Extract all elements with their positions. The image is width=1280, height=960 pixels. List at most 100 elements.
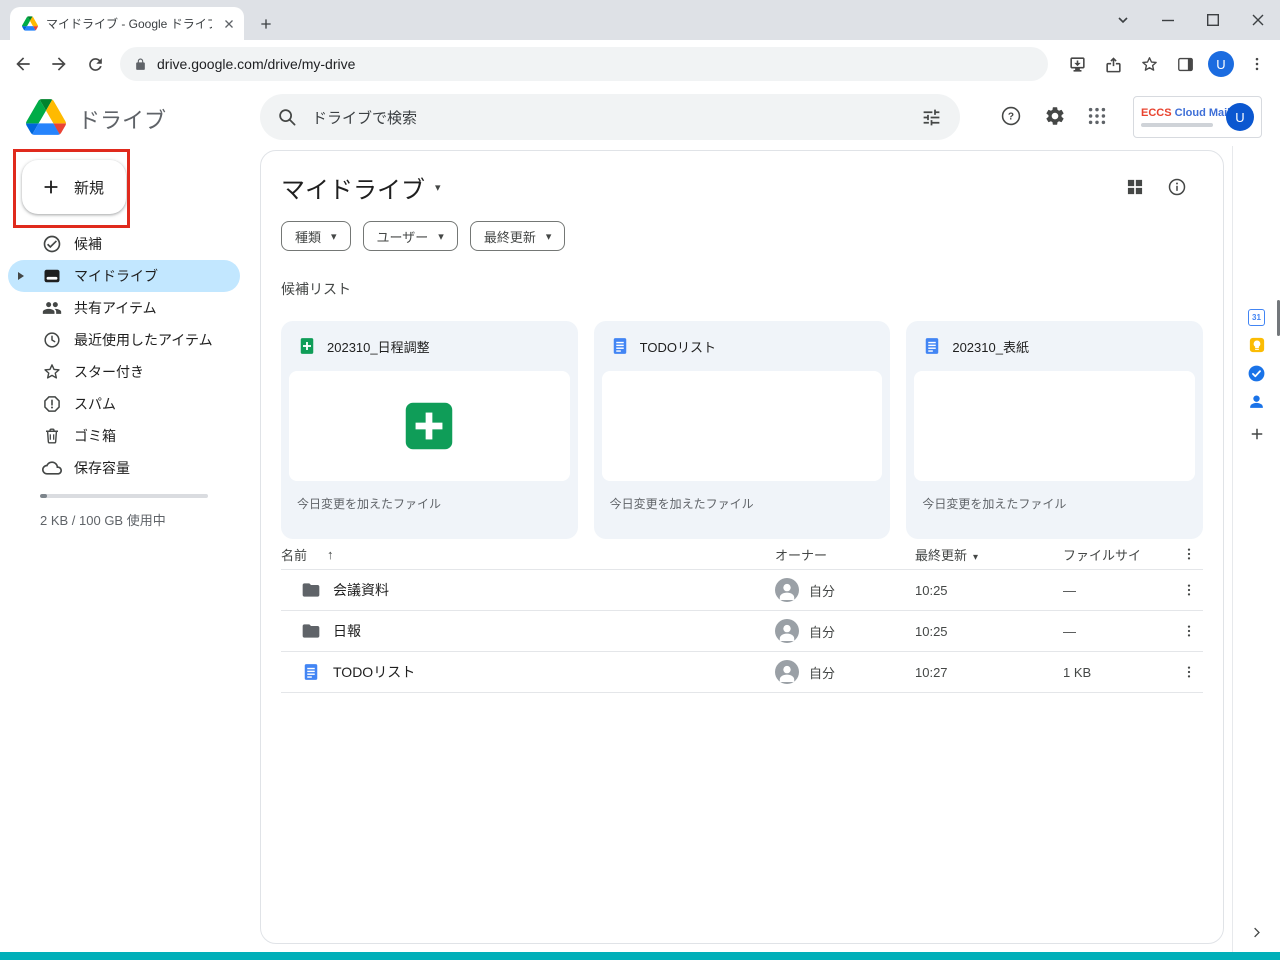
search-bar[interactable]: ドライブで検索	[260, 94, 960, 140]
file-table-header: 名前 ↑ オーナー 最終更新▾ ファイルサイ	[281, 539, 1203, 569]
account-avatar[interactable]: U	[1226, 103, 1254, 131]
card-caption: 今日変更を加えたファイル	[906, 481, 1203, 512]
file-row[interactable]: 会議資料 自分 10:25 —	[281, 569, 1203, 610]
side-panel-icon[interactable]	[1168, 47, 1202, 81]
check-circle-icon	[42, 234, 62, 254]
sidebar-item-starred[interactable]: スター付き	[8, 356, 240, 388]
sheets-icon	[297, 336, 317, 356]
column-header-label: 名前	[281, 545, 307, 564]
forward-button[interactable]	[42, 47, 76, 81]
tab-close-icon[interactable]	[220, 15, 238, 33]
bottom-edge-bar	[0, 952, 1280, 960]
column-header-label: ファイルサイ	[1063, 548, 1141, 563]
sidebar-item-suggested[interactable]: 候補	[8, 228, 240, 260]
sort-descending-icon: ▾	[973, 552, 978, 563]
my-drive-icon	[42, 266, 62, 286]
browser-tab[interactable]: マイドライブ - Google ドライブ	[10, 7, 244, 40]
column-header-modified[interactable]: 最終更新▾	[915, 545, 1063, 564]
people-icon	[42, 298, 62, 318]
search-options-icon[interactable]	[914, 100, 948, 134]
row-menu-icon[interactable]	[1181, 582, 1197, 598]
file-table: 名前 ↑ オーナー 最終更新▾ ファイルサイ 会議資料	[281, 539, 1203, 693]
reload-button[interactable]	[78, 47, 112, 81]
row-menu-icon[interactable]	[1181, 623, 1197, 639]
info-icon[interactable]	[1167, 177, 1187, 197]
install-app-icon[interactable]	[1060, 47, 1094, 81]
sidebar-nav: 候補 マイドライブ 共有アイテム 最近使用したアイテム	[0, 228, 240, 484]
contacts-icon[interactable]	[1241, 385, 1273, 417]
address-bar[interactable]: drive.google.com/drive/my-drive	[120, 47, 1048, 81]
file-row[interactable]: 日報 自分 10:25 —	[281, 610, 1203, 651]
card-caption: 今日変更を加えたファイル	[594, 481, 891, 512]
sidebar-item-label: スパム	[74, 394, 116, 414]
file-size: 1 KB	[1063, 665, 1175, 680]
owner-name: 自分	[809, 622, 835, 641]
drive-favicon-icon	[22, 16, 38, 31]
gear-icon[interactable]	[1035, 96, 1075, 136]
column-header-name[interactable]: 名前 ↑	[281, 545, 775, 564]
sidebar-item-storage[interactable]: 保存容量	[8, 452, 240, 484]
row-menu-icon[interactable]	[1181, 664, 1197, 680]
filter-modified-chip[interactable]: 最終更新 ▾	[470, 221, 566, 251]
filter-chips: 種類 ▾ ユーザー ▾ 最終更新 ▾	[281, 221, 1203, 251]
chevron-down-icon: ▾	[331, 230, 337, 243]
collapse-chevron-icon[interactable]	[1241, 916, 1273, 948]
add-addon-plus-icon[interactable]	[1241, 418, 1273, 450]
tab-title: マイドライブ - Google ドライブ	[46, 15, 212, 32]
browser-tab-strip: マイドライブ - Google ドライブ	[0, 0, 1280, 40]
column-header-size: ファイルサイ	[1063, 545, 1175, 564]
storage-usage-text: 2 KB / 100 GB 使用中	[40, 510, 166, 529]
sidebar-item-label: スター付き	[74, 362, 144, 382]
search-input[interactable]: ドライブで検索	[312, 107, 900, 128]
sidebar-item-spam[interactable]: スパム	[8, 388, 240, 420]
apps-grid-icon[interactable]	[1077, 96, 1117, 136]
suggestion-card[interactable]: TODOリスト 今日変更を加えたファイル	[594, 321, 891, 539]
title-row: マイドライブ ▾	[281, 167, 1203, 207]
storage-meter	[40, 494, 208, 498]
sidebar-item-recent[interactable]: 最近使用したアイテム	[8, 324, 240, 356]
spam-icon	[42, 394, 62, 414]
page-title[interactable]: マイドライブ ▾	[281, 170, 441, 205]
account-badge[interactable]: ECCS Cloud Mail U	[1133, 96, 1262, 138]
new-tab-button[interactable]	[252, 10, 280, 38]
folder-icon	[301, 580, 321, 600]
sheets-logo-icon	[398, 395, 460, 457]
file-thumbnail	[289, 371, 570, 481]
clock-icon	[42, 330, 62, 350]
filter-user-chip[interactable]: ユーザー ▾	[363, 221, 458, 251]
help-icon[interactable]: ?	[991, 96, 1031, 136]
file-row[interactable]: TODOリスト 自分 10:27 1 KB	[281, 651, 1203, 692]
suggestion-card[interactable]: 202310_日程調整 今日変更を加えたファイル	[281, 321, 578, 539]
sidebar-item-my-drive[interactable]: マイドライブ	[8, 260, 240, 292]
grid-view-toggle-icon[interactable]	[1125, 177, 1145, 197]
window-close-button[interactable]	[1235, 0, 1280, 40]
suggestion-card[interactable]: 202310_表紙 今日変更を加えたファイル	[906, 321, 1203, 539]
sidebar-item-trash[interactable]: ゴミ箱	[8, 420, 240, 452]
drive-logo[interactable]	[26, 99, 66, 135]
sidebar-item-shared[interactable]: 共有アイテム	[8, 292, 240, 324]
filter-type-chip[interactable]: 種類 ▾	[281, 221, 351, 251]
modified-time: 10:25	[915, 624, 1063, 639]
chevron-down-icon: ▾	[546, 230, 552, 243]
docs-icon	[301, 662, 321, 682]
suggestion-cards: 202310_日程調整 今日変更を加えたファイル TODOリスト 今日変更を加え…	[281, 321, 1203, 539]
page-title-text: マイドライブ	[281, 170, 425, 205]
column-menu-icon[interactable]	[1181, 546, 1197, 562]
sort-ascending-icon: ↑	[327, 547, 334, 562]
bookmark-star-icon[interactable]	[1132, 47, 1166, 81]
back-button[interactable]	[6, 47, 40, 81]
sidebar-item-label: マイドライブ	[74, 266, 158, 286]
tab-search-chevron-icon[interactable]	[1100, 0, 1145, 40]
chip-label: ユーザー	[377, 227, 429, 246]
browser-menu-icon[interactable]	[1240, 47, 1274, 81]
cloud-icon	[42, 458, 62, 478]
window-minimize-button[interactable]	[1145, 0, 1190, 40]
window-maximize-button[interactable]	[1190, 0, 1235, 40]
owner-name: 自分	[809, 581, 835, 600]
browser-profile-avatar[interactable]: U	[1208, 51, 1234, 77]
share-icon[interactable]	[1096, 47, 1130, 81]
browser-toolbar: drive.google.com/drive/my-drive U	[0, 40, 1280, 88]
chevron-down-icon: ▾	[435, 181, 441, 194]
owner-name: 自分	[809, 663, 835, 682]
chip-label: 種類	[295, 227, 321, 246]
